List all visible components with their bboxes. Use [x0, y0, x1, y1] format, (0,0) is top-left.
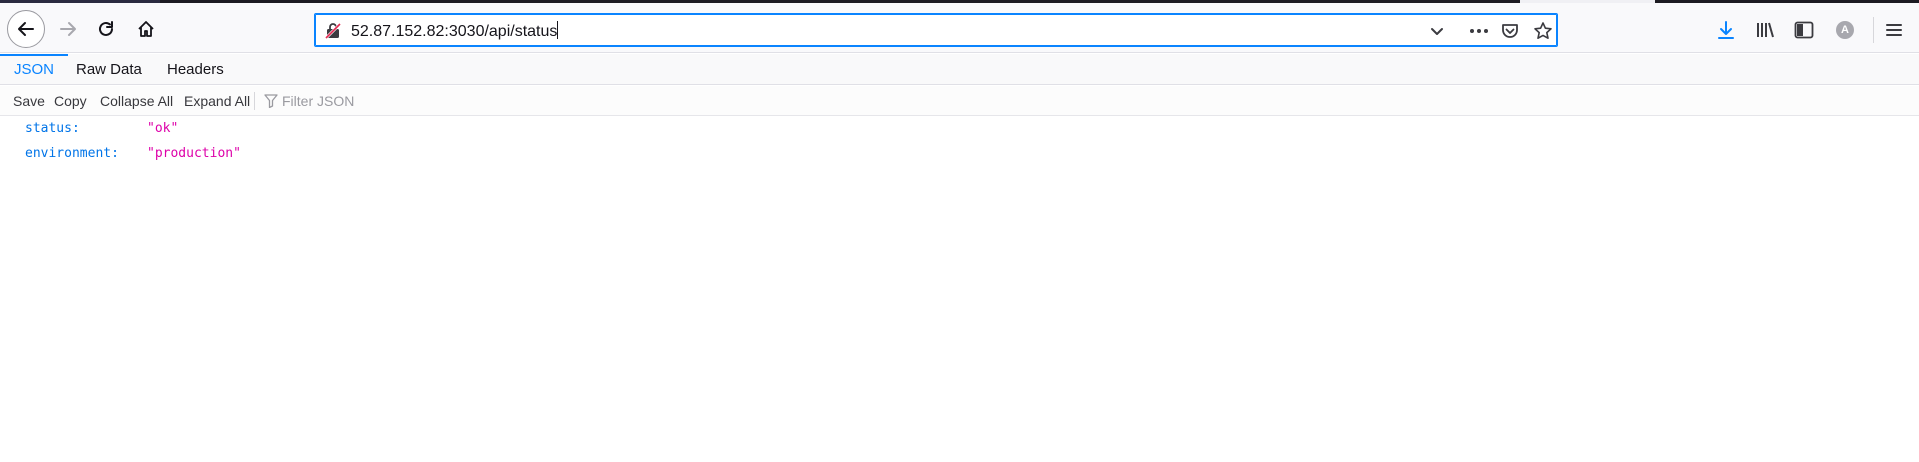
menu-button[interactable] — [1883, 19, 1905, 41]
back-button[interactable] — [7, 10, 45, 48]
save-button[interactable]: Save — [13, 86, 45, 116]
sidebar-icon — [1794, 21, 1814, 39]
library-button[interactable] — [1754, 19, 1776, 41]
hamburger-menu-icon — [1886, 24, 1902, 36]
text-caret — [557, 21, 559, 39]
expand-all-button[interactable]: Expand All — [184, 86, 250, 116]
account-button[interactable]: A — [1834, 19, 1856, 41]
downloads-button[interactable] — [1715, 19, 1737, 41]
bookmark-star-button[interactable] — [1532, 21, 1554, 41]
account-initial: A — [1841, 24, 1849, 36]
tab-json[interactable]: JSON — [0, 54, 69, 85]
more-icon — [1470, 29, 1488, 33]
url-dropdown-button[interactable] — [1426, 21, 1448, 41]
sidebar-button[interactable] — [1793, 19, 1815, 41]
forward-button[interactable] — [50, 11, 86, 47]
back-arrow-icon — [18, 22, 34, 36]
tab-raw-data[interactable]: Raw Data — [62, 54, 156, 85]
filter-icon — [264, 94, 278, 108]
json-value: "production" — [147, 146, 241, 161]
reload-button[interactable] — [88, 11, 124, 47]
json-key: environment: — [25, 146, 119, 161]
copy-button[interactable]: Copy — [54, 86, 87, 116]
home-icon — [138, 21, 154, 37]
json-viewer-tabs: JSON Raw Data Headers — [0, 54, 1919, 85]
url-text[interactable]: 52.87.152.82:3030/api/status — [351, 21, 559, 41]
home-button[interactable] — [128, 11, 164, 47]
collapse-all-button[interactable]: Collapse All — [100, 86, 173, 116]
navigation-toolbar: 52.87.152.82:3030/api/status A — [0, 3, 1919, 53]
url-bar[interactable]: 52.87.152.82:3030/api/status — [314, 13, 1558, 47]
library-icon — [1757, 22, 1774, 38]
star-icon — [1534, 22, 1552, 39]
json-value: "ok" — [147, 121, 179, 136]
insecure-lock-icon[interactable] — [323, 21, 343, 41]
download-icon — [1718, 21, 1734, 39]
chevron-down-icon — [1431, 28, 1443, 35]
forward-arrow-icon — [60, 22, 76, 36]
json-row[interactable]: status: "ok" — [0, 118, 600, 140]
json-key: status: — [25, 121, 80, 136]
reload-icon — [99, 21, 113, 36]
page-actions-button[interactable] — [1468, 21, 1490, 41]
pocket-icon — [1502, 24, 1518, 38]
url-value: 52.87.152.82:3030/api/status — [351, 23, 558, 40]
pocket-button[interactable] — [1499, 21, 1521, 41]
filter-json-input[interactable] — [280, 90, 580, 112]
toolbar-divider — [1873, 17, 1874, 43]
tab-headers[interactable]: Headers — [153, 54, 238, 85]
toolbar-separator — [254, 92, 255, 110]
json-row[interactable]: environment: "production" — [0, 143, 600, 165]
json-toolbar: Save Copy Collapse All Expand All — [0, 86, 1919, 116]
